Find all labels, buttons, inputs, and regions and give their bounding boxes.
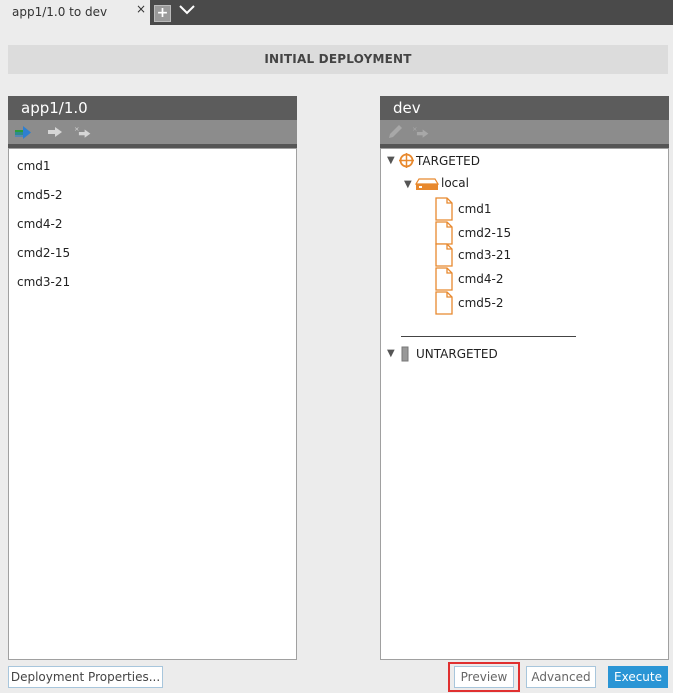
targeted-label[interactable]: TARGETED [416, 154, 480, 168]
tab-deployment[interactable]: app1/1.0 to dev × [0, 0, 150, 25]
tab-label: app1/1.0 to dev [12, 5, 108, 19]
advanced-button[interactable]: Advanced [526, 666, 596, 688]
list-item[interactable]: cmd4-2 [9, 212, 296, 241]
add-all-icon[interactable] [14, 124, 32, 140]
file-icon [435, 267, 453, 291]
close-icon[interactable]: × [136, 2, 146, 16]
expand-arrow-icon[interactable]: ▼ [404, 179, 412, 190]
divider [401, 336, 576, 337]
target-panel-title: dev [380, 96, 669, 120]
add-tab-icon[interactable]: + [154, 5, 171, 22]
file-icon [435, 291, 453, 315]
file-item[interactable]: cmd3-21 [458, 248, 511, 262]
edit-icon[interactable] [386, 124, 404, 140]
target-toolbar: × [380, 120, 669, 148]
remove-all-icon[interactable]: × [74, 124, 92, 140]
list-item[interactable]: cmd3-21 [9, 270, 296, 299]
remove-icon[interactable]: × [412, 124, 430, 140]
file-icon [435, 243, 453, 267]
file-item[interactable]: cmd4-2 [458, 272, 504, 286]
chevron-down-icon[interactable] [178, 3, 196, 17]
source-list-panel: cmd1 cmd5-2 cmd4-2 cmd2-15 cmd3-21 [8, 148, 297, 660]
file-item[interactable]: cmd2-15 [458, 226, 511, 240]
file-item[interactable]: cmd5-2 [458, 296, 504, 310]
file-icon [435, 197, 453, 221]
target-tree-panel: ▼ TARGETED ▼ local cmd1 cmd2-15 cmd3-21 … [380, 148, 669, 660]
target-panel: dev × ▼ TARGETED ▼ local cmd1 cmd2-15 cm… [380, 96, 669, 660]
server-icon [415, 178, 439, 190]
untargeted-icon [401, 346, 409, 362]
server-label[interactable]: local [441, 176, 469, 190]
section-title: INITIAL DEPLOYMENT [8, 45, 668, 74]
list-item[interactable]: cmd2-15 [9, 241, 296, 270]
list-item[interactable]: cmd1 [9, 154, 296, 183]
target-icon [399, 153, 414, 168]
svg-text:×: × [74, 125, 79, 133]
tab-bar: app1/1.0 to dev × + [0, 0, 673, 25]
deployment-properties-button[interactable]: Deployment Properties... [8, 666, 163, 688]
source-panel-title: app1/1.0 [8, 96, 297, 120]
svg-text:×: × [412, 125, 417, 133]
file-icon [435, 221, 453, 245]
expand-arrow-icon[interactable]: ▼ [387, 155, 395, 166]
expand-arrow-icon[interactable]: ▼ [387, 348, 395, 359]
add-selected-icon[interactable] [46, 124, 64, 140]
list-item[interactable]: cmd5-2 [9, 183, 296, 212]
source-panel: app1/1.0 × cmd1 cmd5-2 cmd4-2 cmd2-15 cm… [8, 96, 297, 660]
source-toolbar: × [8, 120, 297, 148]
untargeted-label[interactable]: UNTARGETED [416, 347, 498, 361]
execute-button[interactable]: Execute [608, 666, 668, 688]
file-item[interactable]: cmd1 [458, 202, 492, 216]
preview-button[interactable]: Preview [454, 666, 514, 688]
